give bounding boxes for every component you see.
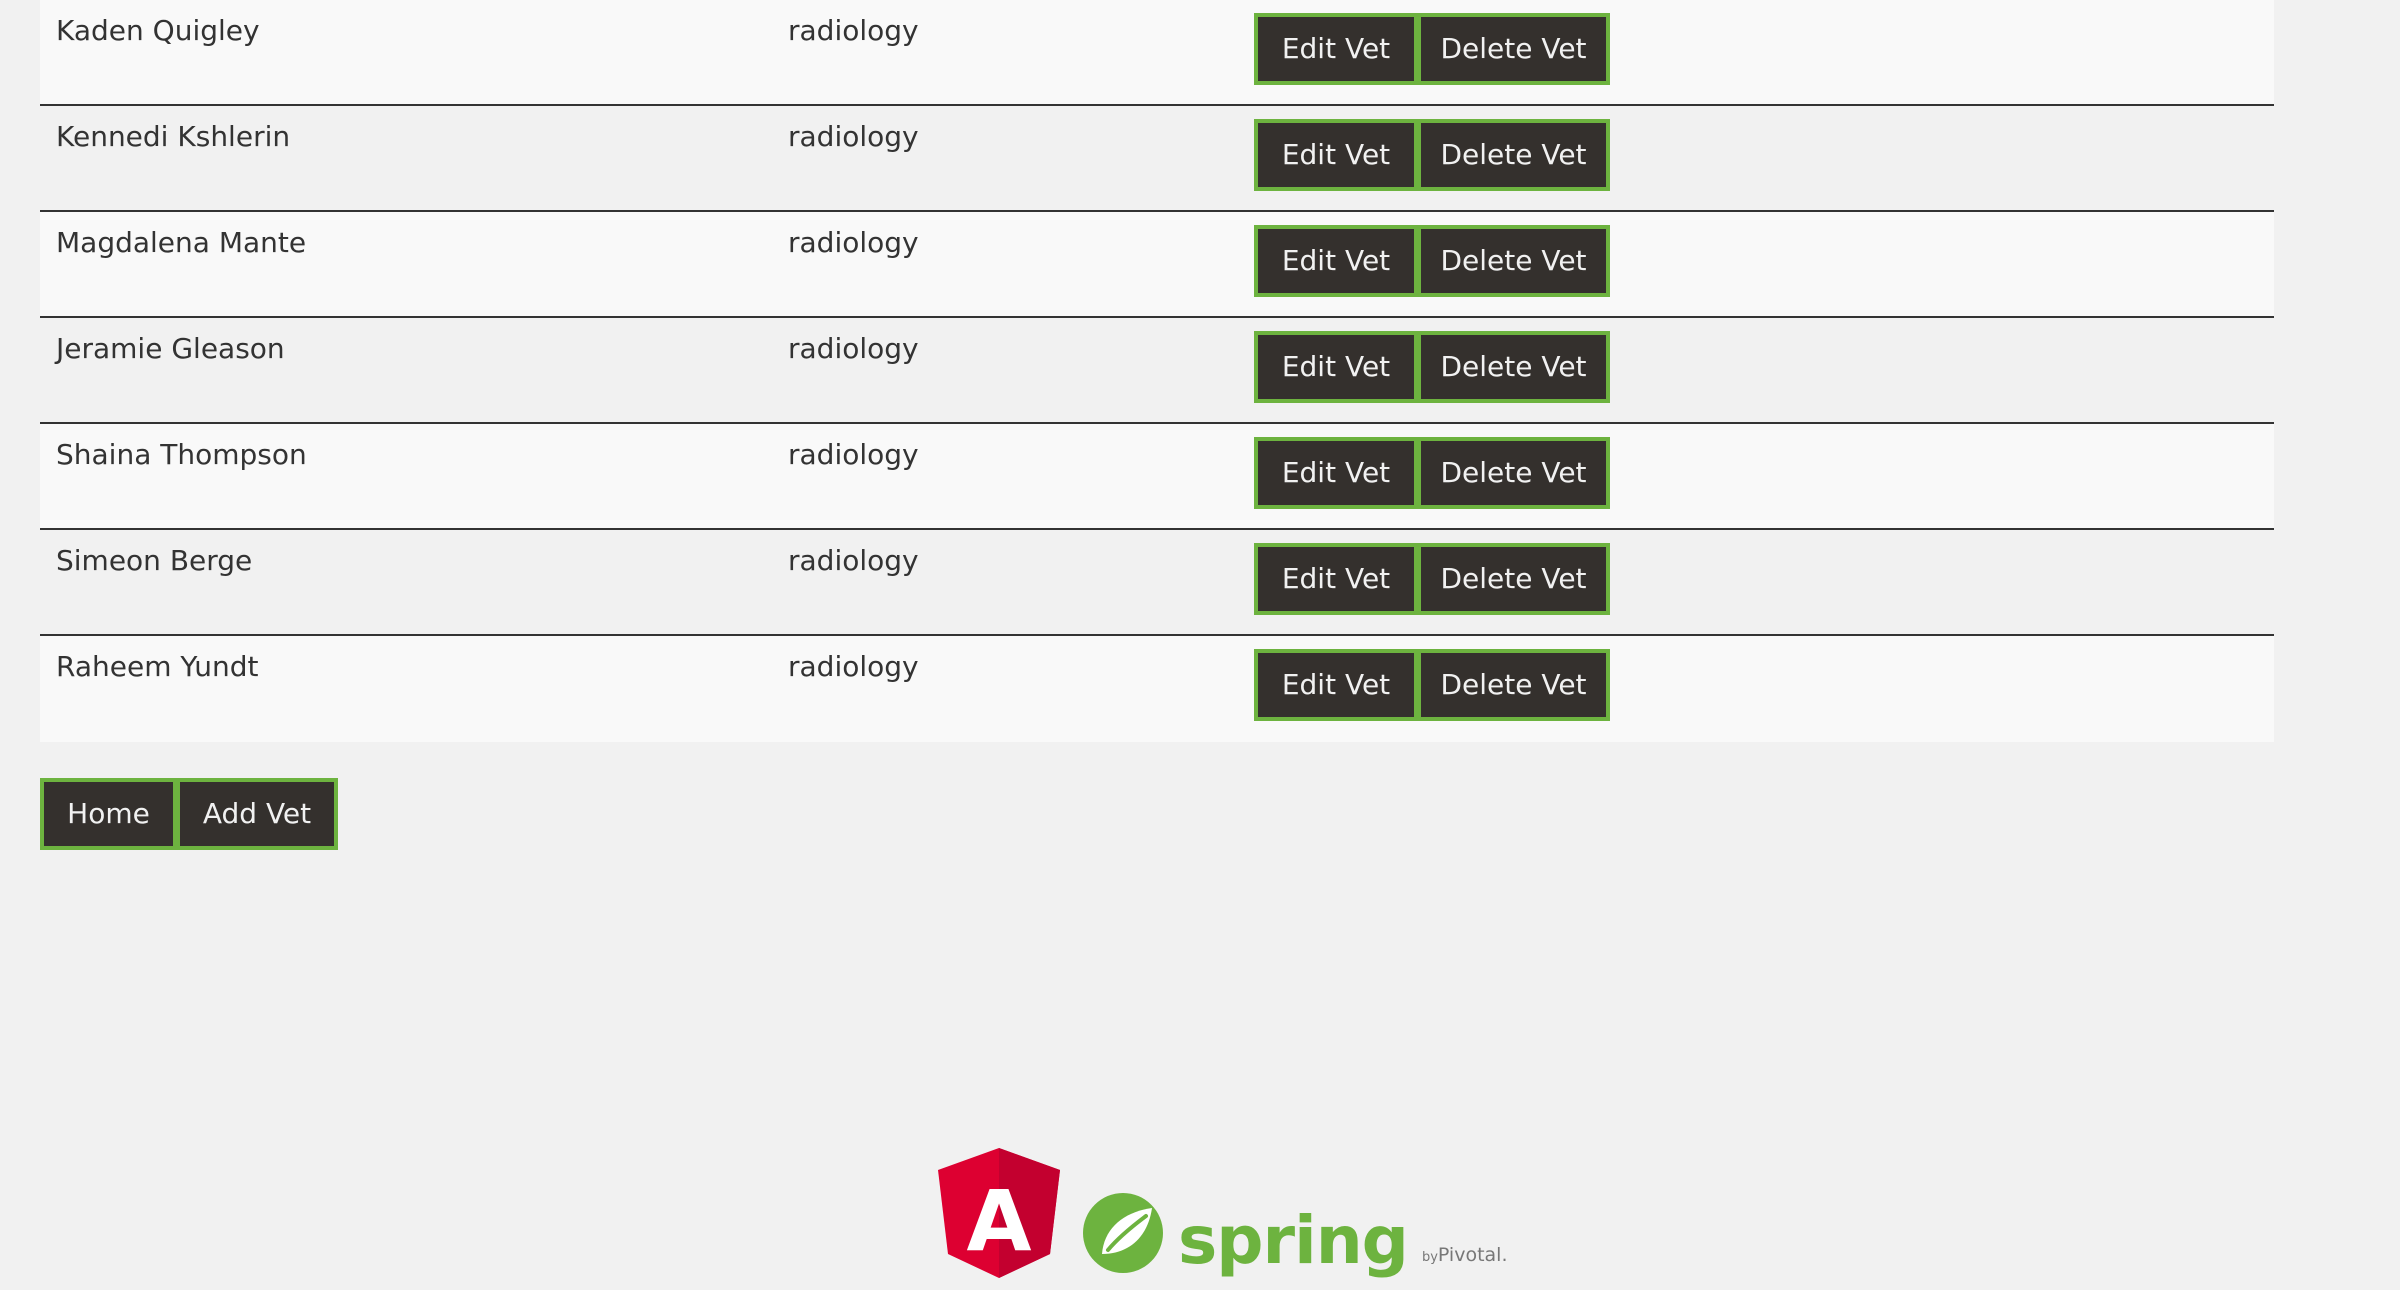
edit-vet-button[interactable]: Edit Vet [1254, 225, 1418, 297]
spring-leaf-icon [1083, 1193, 1163, 1273]
angular-logo-letter: A [966, 1172, 1031, 1270]
vet-name: Kaden Quigley [56, 14, 260, 47]
by-label: by [1421, 1250, 1438, 1265]
vet-specialty: radiology [788, 544, 919, 577]
spring-logo: spring byPivotal. [1082, 1192, 1508, 1274]
table-row: Jeramie Gleason radiology Edit Vet Delet… [40, 318, 2274, 424]
edit-vet-button[interactable]: Edit Vet [1254, 649, 1418, 721]
vet-specialty: radiology [788, 438, 919, 471]
footer-logos: A spring byPivotal. [938, 1148, 1508, 1278]
nav-buttons: Home Add Vet [40, 778, 338, 850]
table-row: Raheem Yundt radiology Edit Vet Delete V… [40, 636, 2274, 742]
delete-vet-button[interactable]: Delete Vet [1417, 649, 1610, 721]
row-actions: Edit Vet Delete Vet [1254, 119, 1610, 191]
row-actions: Edit Vet Delete Vet [1254, 225, 1610, 297]
angular-logo-icon: A [938, 1148, 1060, 1278]
vet-name: Jeramie Gleason [56, 332, 285, 365]
vet-specialty: radiology [788, 332, 919, 365]
edit-vet-button[interactable]: Edit Vet [1254, 437, 1418, 509]
vet-name: Simeon Berge [56, 544, 253, 577]
edit-vet-button[interactable]: Edit Vet [1254, 119, 1418, 191]
vet-name: Raheem Yundt [56, 650, 259, 683]
by-pivotal-text: byPivotal. [1422, 1244, 1508, 1266]
vet-specialty: radiology [788, 650, 919, 683]
table-row: Kaden Quigley radiology Edit Vet Delete … [40, 0, 2274, 106]
edit-vet-button[interactable]: Edit Vet [1254, 331, 1418, 403]
delete-vet-button[interactable]: Delete Vet [1417, 225, 1610, 297]
delete-vet-button[interactable]: Delete Vet [1417, 331, 1610, 403]
row-actions: Edit Vet Delete Vet [1254, 649, 1610, 721]
delete-vet-button[interactable]: Delete Vet [1417, 437, 1610, 509]
row-actions: Edit Vet Delete Vet [1254, 331, 1610, 403]
table-row: Magdalena Mante radiology Edit Vet Delet… [40, 212, 2274, 318]
pivotal-label: Pivotal. [1437, 1244, 1508, 1266]
delete-vet-button[interactable]: Delete Vet [1417, 13, 1610, 85]
table-row: Simeon Berge radiology Edit Vet Delete V… [40, 530, 2274, 636]
edit-vet-button[interactable]: Edit Vet [1254, 13, 1418, 85]
vet-name: Kennedi Kshlerin [56, 120, 291, 153]
edit-vet-button[interactable]: Edit Vet [1254, 543, 1418, 615]
add-vet-button[interactable]: Add Vet [176, 778, 338, 850]
row-actions: Edit Vet Delete Vet [1254, 437, 1610, 509]
spring-wordmark: spring [1178, 1202, 1409, 1279]
delete-vet-button[interactable]: Delete Vet [1417, 543, 1610, 615]
table-row: Shaina Thompson radiology Edit Vet Delet… [40, 424, 2274, 530]
row-actions: Edit Vet Delete Vet [1254, 13, 1610, 85]
vet-name: Magdalena Mante [56, 226, 307, 259]
vet-specialty: radiology [788, 226, 919, 259]
delete-vet-button[interactable]: Delete Vet [1417, 119, 1610, 191]
row-actions: Edit Vet Delete Vet [1254, 543, 1610, 615]
vet-specialty: radiology [788, 14, 919, 47]
table-row: Kennedi Kshlerin radiology Edit Vet Dele… [40, 106, 2274, 212]
vet-name: Shaina Thompson [56, 438, 307, 471]
home-button[interactable]: Home [40, 778, 177, 850]
vet-specialty: radiology [788, 120, 919, 153]
vets-table: Kaden Quigley radiology Edit Vet Delete … [40, 0, 2274, 742]
